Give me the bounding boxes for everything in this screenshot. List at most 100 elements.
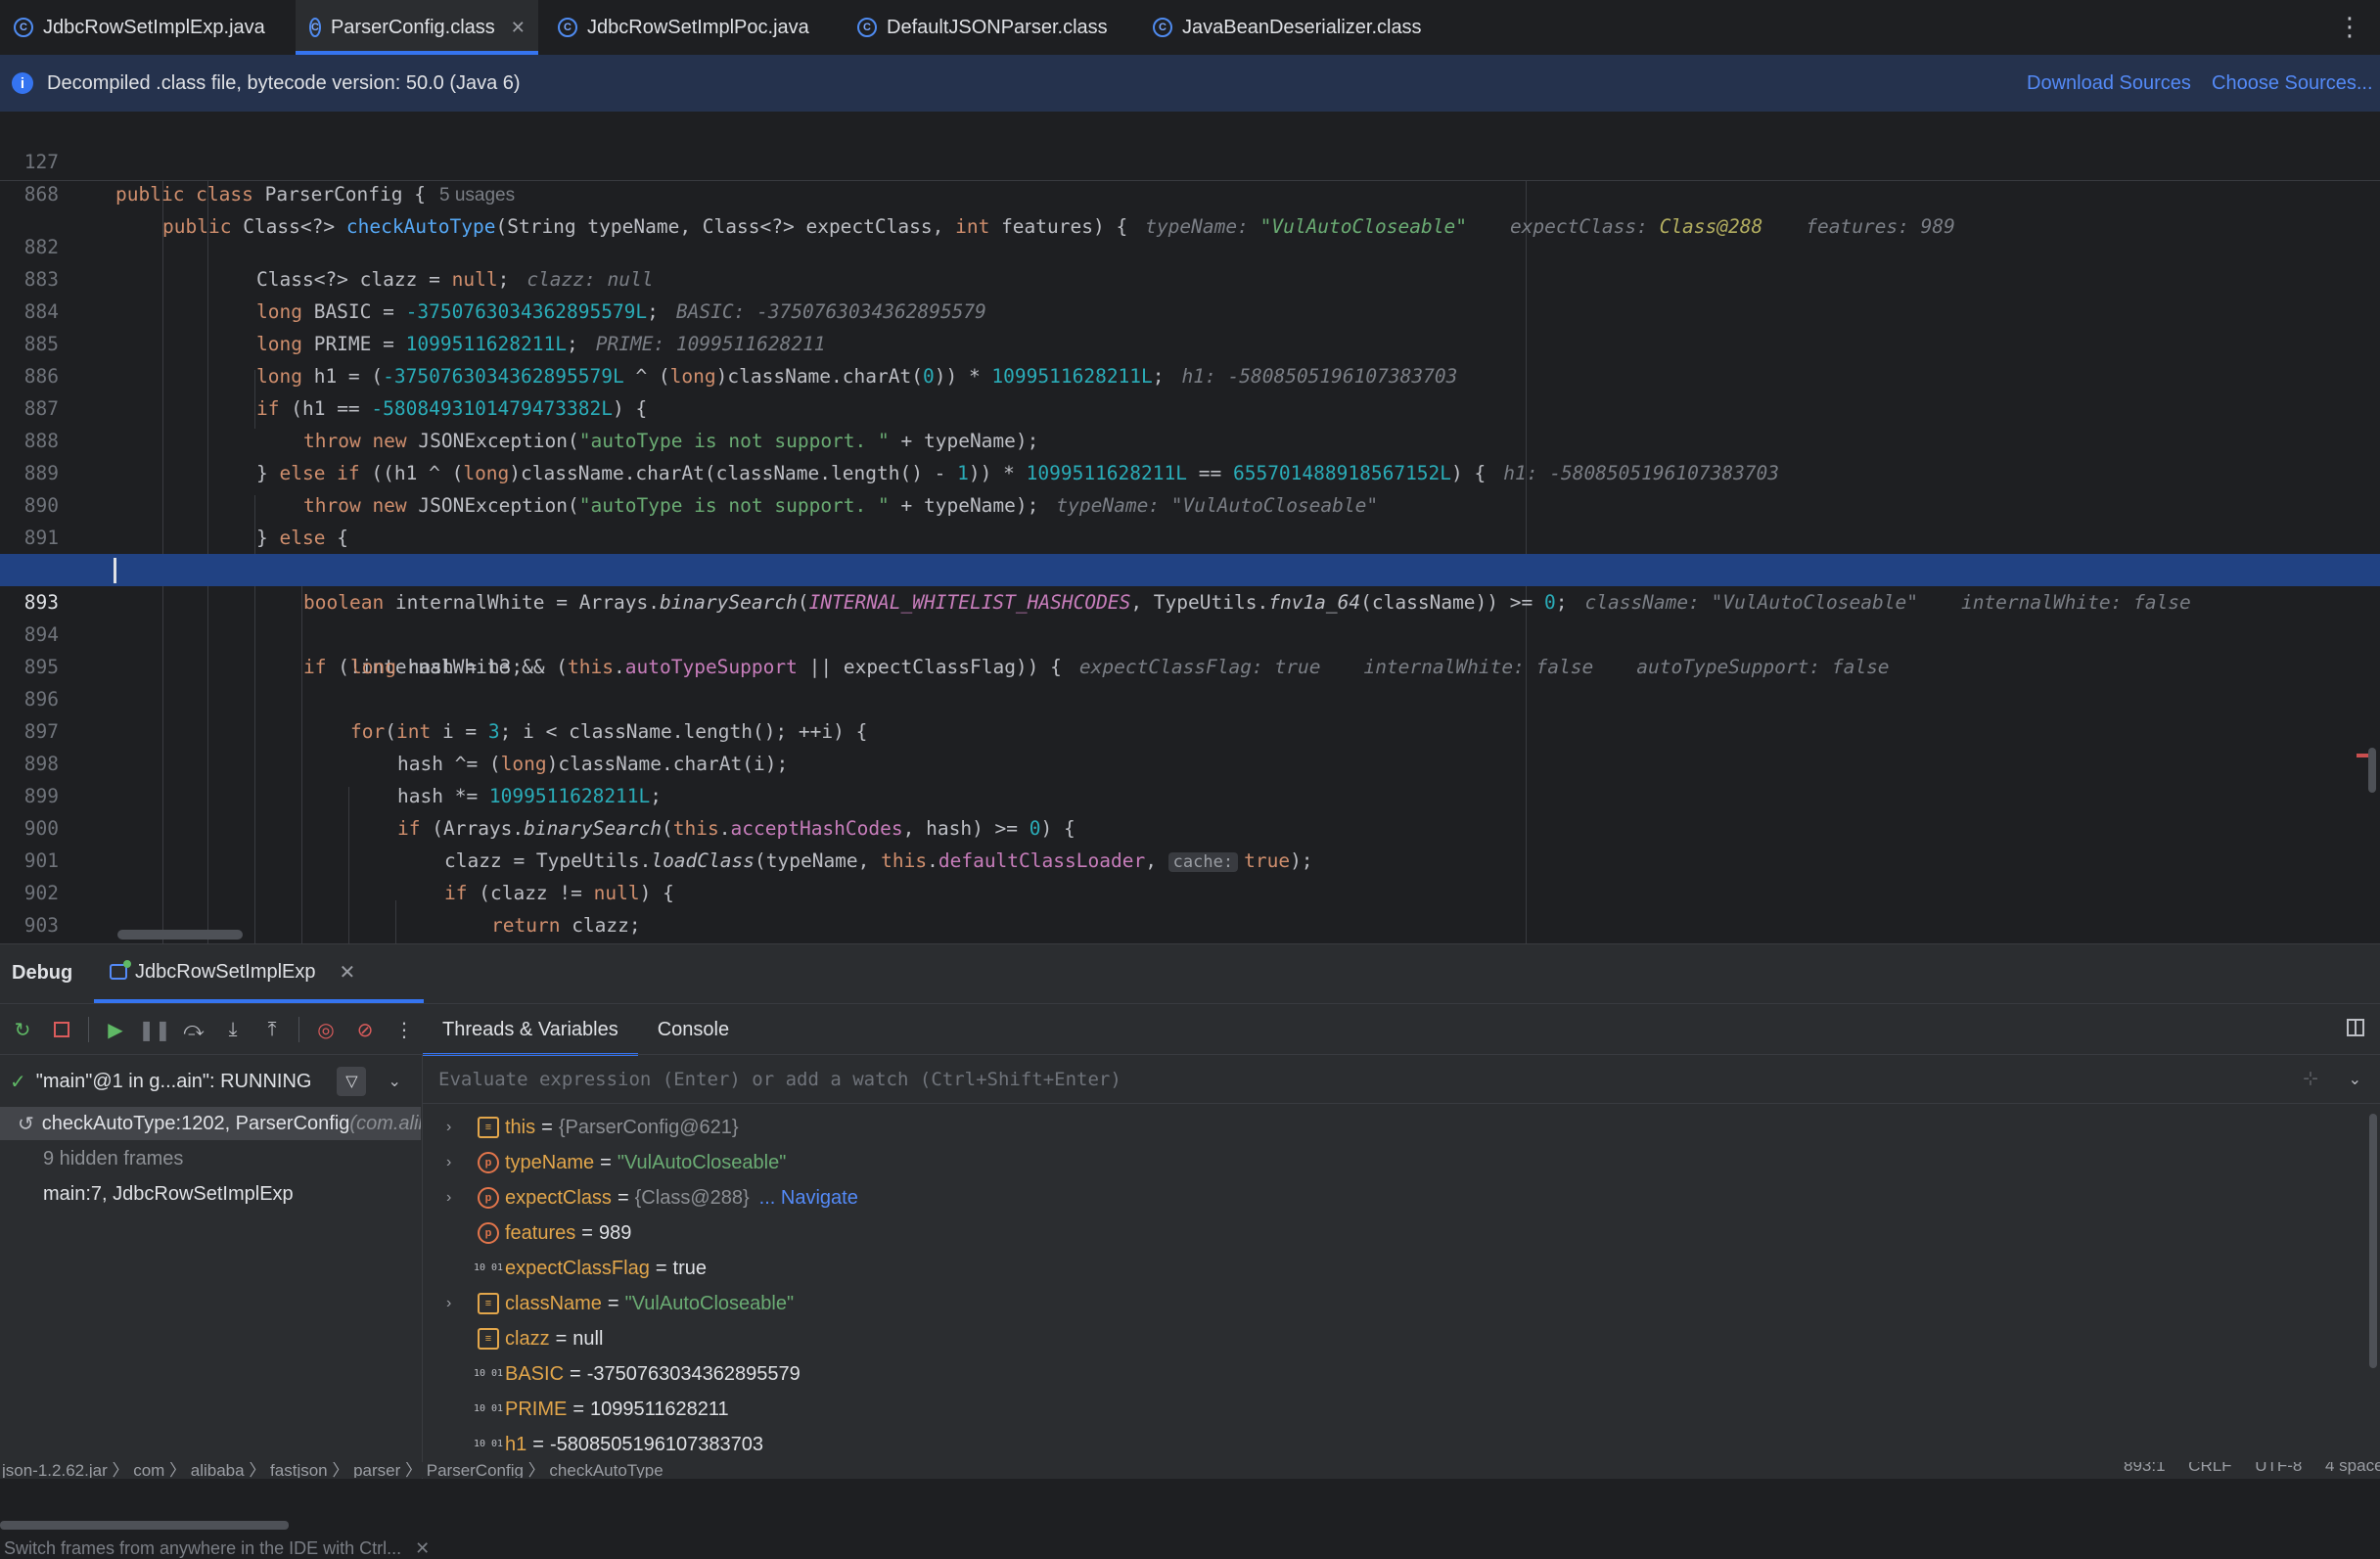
rerun-icon[interactable]: ↻: [10, 1017, 35, 1042]
resume-icon[interactable]: ▶: [103, 1017, 128, 1042]
editor-tab-bar: C JdbcRowSetImplExp.java C ParserConfig.…: [0, 0, 2380, 56]
line-separator[interactable]: CRLF: [2188, 1462, 2231, 1475]
more-icon[interactable]: ⋮: [391, 1017, 417, 1042]
chevron-right-icon[interactable]: ›: [446, 1189, 466, 1207]
editor-horizontal-scrollbar[interactable]: [117, 930, 243, 940]
navigate-link[interactable]: ... Navigate: [759, 1187, 858, 1210]
stop-icon[interactable]: [49, 1017, 74, 1042]
variable-row[interactable]: ≡ clazz = null: [423, 1321, 2380, 1356]
tab-threads-variables[interactable]: Threads & Variables: [423, 1005, 638, 1056]
current-execution-line: 893 if (!internalWhite && (this.autoType…: [0, 554, 2380, 678]
variable-row[interactable]: › ≡ className = "VulAutoCloseable": [423, 1286, 2380, 1321]
code-line: 902 return clazz;: [0, 845, 2380, 937]
filter-icon[interactable]: ▽: [337, 1067, 367, 1096]
choose-sources-link[interactable]: Choose Sources...: [2212, 72, 2373, 95]
session-label: JdbcRowSetImplExp: [135, 960, 316, 983]
primitive-icon: 10 01: [473, 1262, 504, 1273]
code-line: 903 }: [0, 877, 2380, 937]
breadcrumb-item[interactable]: json-1.2.62.jar: [2, 1462, 108, 1478]
frames-scrollbar[interactable]: [0, 1521, 289, 1530]
variable-value: -5808505196107383703: [549, 1433, 763, 1455]
close-icon[interactable]: ✕: [415, 1538, 430, 1558]
variables-panel: Evaluate expression (Enter) or add a wat…: [422, 1055, 2380, 1479]
tab-label: JdbcRowSetImplPoc.java: [587, 16, 809, 38]
code-line: 904 }: [0, 909, 2380, 941]
chevron-right-icon[interactable]: ›: [446, 1154, 466, 1171]
debug-subtabs: Threads & Variables Console: [423, 1005, 749, 1056]
variable-row[interactable]: › p typeName = "VulAutoCloseable": [423, 1145, 2380, 1180]
field-icon: ≡: [478, 1328, 499, 1350]
tab-jdbcrowsetimplexp[interactable]: C JdbcRowSetImplExp.java: [0, 0, 294, 55]
file-encoding[interactable]: UTF-8: [2255, 1462, 2302, 1475]
layout-icon[interactable]: [2347, 1019, 2364, 1036]
equals-sign: =: [572, 1398, 585, 1420]
code-line: 899 if (Arrays.binarySearch(this.acceptH…: [0, 748, 2380, 840]
divider: [0, 1003, 2380, 1004]
chevron-down-icon[interactable]: ⌄: [2349, 1070, 2361, 1089]
pause-icon[interactable]: ❚❚: [138, 1017, 171, 1042]
more-options-icon[interactable]: ⋮: [2337, 12, 2362, 42]
debug-session-tab[interactable]: JdbcRowSetImplExp ✕: [93, 944, 425, 1003]
tab-parserconfig[interactable]: C ParserConfig.class ✕: [296, 0, 538, 55]
chevron-right-icon[interactable]: ›: [446, 1295, 466, 1312]
variable-value: {Class@288}: [634, 1186, 750, 1209]
equals-sign: =: [570, 1362, 581, 1385]
view-breakpoints-icon[interactable]: ◎: [313, 1017, 339, 1042]
code-line: 892 boolean internalWhite = Arrays.binar…: [0, 522, 2380, 614]
evaluate-expression-input[interactable]: Evaluate expression (Enter) or add a wat…: [423, 1055, 2380, 1104]
return-icon: ↺: [18, 1113, 34, 1135]
stack-frame[interactable]: main:7, JdbcRowSetImplExp: [0, 1177, 421, 1211]
chevron-right-icon[interactable]: ›: [446, 1119, 466, 1136]
close-icon[interactable]: ✕: [511, 18, 526, 38]
variable-row[interactable]: 10 01 expectClassFlag = true: [423, 1251, 2380, 1286]
stack-frame[interactable]: ↺ checkAutoType:1202, ParserConfig (com.…: [0, 1107, 421, 1140]
equals-sign: =: [607, 1292, 619, 1314]
step-into-icon[interactable]: ⤓: [220, 1017, 246, 1042]
variable-row[interactable]: p features = 989: [423, 1215, 2380, 1251]
equals-sign: =: [581, 1221, 593, 1244]
tab-defaultjsonparser[interactable]: C DefaultJSONParser.class: [844, 0, 1137, 55]
thread-label: "main"@1 in g...ain": RUNNING: [35, 1070, 312, 1092]
indent-setting[interactable]: 4 spaces: [2325, 1462, 2380, 1475]
primitive-icon: 10 01: [473, 1439, 504, 1449]
tab-javabeandeserializer[interactable]: C JavaBeanDeserializer.class: [1139, 0, 1442, 55]
banner-text: Decompiled .class file, bytecode version…: [47, 71, 521, 94]
variable-value: 1099511628211: [590, 1398, 729, 1420]
frames-panel: ✓ "main"@1 in g...ain": RUNNING ▽ ⌄ ↺ ch…: [0, 1055, 430, 1558]
variable-row[interactable]: › ≡ this = {ParserConfig@621}: [423, 1110, 2380, 1145]
thread-selector[interactable]: ✓ "main"@1 in g...ain": RUNNING ▽ ⌄: [10, 1067, 421, 1096]
tab-console[interactable]: Console: [638, 1005, 749, 1054]
variable-row[interactable]: 10 01 h1 = -5808505196107383703: [423, 1427, 2380, 1462]
step-out-icon[interactable]: ⤒: [259, 1017, 285, 1042]
variable-name: typeName: [505, 1151, 595, 1173]
breadcrumb-item[interactable]: fastjson: [270, 1462, 328, 1478]
close-icon[interactable]: ✕: [340, 960, 356, 985]
mute-breakpoints-icon[interactable]: ⊘: [352, 1017, 378, 1042]
equals-sign: =: [655, 1257, 667, 1279]
breadcrumb-item[interactable]: ParserConfig: [427, 1462, 524, 1478]
variable-value: {ParserConfig@621}: [558, 1116, 739, 1138]
add-watch-icon[interactable]: ⊹: [2303, 1068, 2318, 1090]
breadcrumb-item[interactable]: checkAutoType: [549, 1462, 663, 1478]
status-bar: json-1.2.62.jar 〉 com 〉 alibaba 〉 fastjs…: [0, 1462, 2380, 1478]
code-line: 898 hash *= 1099511628211L;: [0, 715, 2380, 807]
hidden-frames[interactable]: 9 hidden frames: [0, 1142, 421, 1175]
tab-jdbcrowsetimplpoc[interactable]: C JdbcRowSetImplPoc.java: [544, 0, 838, 55]
variables-scrollbar[interactable]: [2369, 1114, 2377, 1368]
equals-sign: =: [555, 1327, 568, 1350]
breadcrumb-item[interactable]: parser: [353, 1462, 400, 1478]
variable-row[interactable]: 10 01 PRIME = 1099511628211: [423, 1392, 2380, 1427]
editor-vertical-scrollbar[interactable]: [2368, 748, 2376, 793]
code-line: 888 } else if ((h1 ^ (long)className.cha…: [0, 392, 2380, 484]
variable-row[interactable]: › p expectClass = {Class@288} ... Navigate: [423, 1180, 2380, 1215]
code-editor[interactable]: 127 public class ParserConfig {5 usages …: [0, 112, 2380, 943]
breadcrumb-item[interactable]: alibaba: [191, 1462, 245, 1478]
variable-row[interactable]: 10 01 BASIC = -3750763034362895579: [423, 1356, 2380, 1392]
caret-position[interactable]: 893:1: [2124, 1462, 2166, 1475]
breadcrumb-item[interactable]: com: [133, 1462, 164, 1478]
download-sources-link[interactable]: Download Sources: [2027, 72, 2191, 95]
step-over-icon[interactable]: ⤼: [181, 1017, 206, 1042]
caret: [114, 558, 116, 583]
chevron-down-icon[interactable]: ⌄: [388, 1072, 400, 1091]
divider: [298, 1017, 299, 1042]
